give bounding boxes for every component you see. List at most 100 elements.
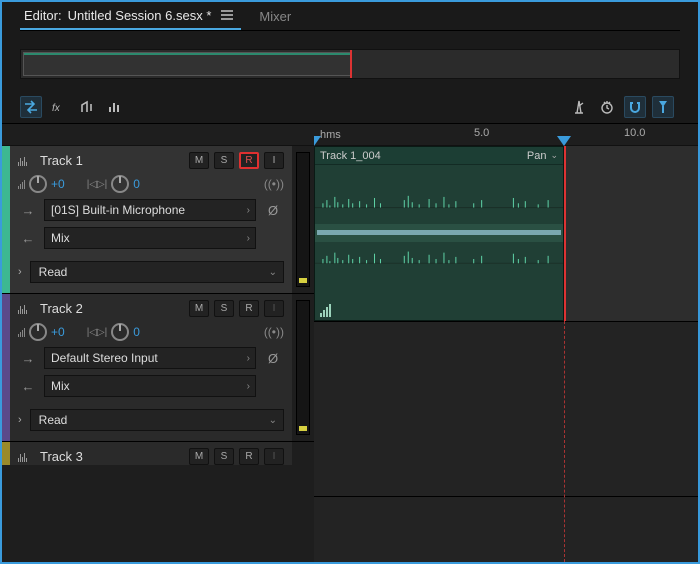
- timeline-panel[interactable]: hms 5.0 10.0 Track 1_004 Pan ⌄: [314, 124, 698, 562]
- toolbar-metronome-icon[interactable]: [568, 96, 590, 118]
- playhead-line[interactable]: [564, 321, 565, 562]
- track-lane-3[interactable]: [314, 496, 698, 556]
- toolbar-fx-icon[interactable]: fx: [48, 96, 70, 118]
- monitor-icon[interactable]: ((•)): [264, 177, 284, 191]
- tab-editor[interactable]: Editor: Untitled Session 6.sesx *: [20, 2, 241, 30]
- record-arm-button[interactable]: R: [239, 152, 259, 169]
- solo-button[interactable]: S: [214, 152, 234, 169]
- pan-knob[interactable]: [111, 323, 129, 341]
- track-name[interactable]: Track 1: [40, 153, 181, 168]
- chevron-right-icon: ›: [247, 381, 250, 392]
- phase-invert-icon[interactable]: Ø: [262, 347, 284, 369]
- pan-value[interactable]: 0: [133, 177, 140, 191]
- tab-editor-prefix: Editor:: [24, 8, 62, 23]
- waveform-right: [315, 242, 563, 301]
- monitor-icon[interactable]: ((•)): [264, 325, 284, 339]
- mute-button[interactable]: M: [189, 152, 209, 169]
- track-color-strip: [2, 146, 10, 293]
- track-name[interactable]: Track 2: [40, 301, 181, 316]
- mute-button[interactable]: M: [189, 448, 209, 465]
- playhead-line[interactable]: [564, 146, 566, 321]
- pan-icon: |◁▷|: [87, 327, 108, 338]
- chevron-right-icon: ›: [247, 353, 250, 364]
- toolbar-snap-icon[interactable]: [624, 96, 646, 118]
- volume-knob[interactable]: [29, 175, 47, 193]
- pan-icon: |◁▷|: [87, 179, 108, 190]
- chevron-down-icon: ⌄: [269, 267, 277, 278]
- playhead-marker[interactable]: [557, 136, 571, 146]
- track-header-2[interactable]: Track 2 M S R I +0 |◁▷|: [2, 294, 314, 441]
- session-overview[interactable]: [20, 49, 680, 79]
- overview-playhead[interactable]: [350, 50, 352, 78]
- track-toolbar: fx: [2, 91, 698, 123]
- phase-invert-icon[interactable]: Ø: [262, 199, 284, 221]
- ruler-tick: 5.0: [474, 127, 489, 139]
- track-input-dropdown[interactable]: Default Stereo Input ›: [44, 347, 256, 369]
- track-header-3[interactable]: Track 3 M S R I: [2, 442, 314, 465]
- toolbar-inputs-outputs-icon[interactable]: [20, 96, 42, 118]
- track-meter: [296, 152, 310, 287]
- output-arrow-icon: ←: [18, 231, 38, 246]
- volume-icon: [18, 179, 25, 189]
- input-arrow-icon: →: [18, 351, 38, 366]
- mute-button[interactable]: M: [189, 300, 209, 317]
- input-monitor-button[interactable]: I: [264, 300, 284, 317]
- pan-value[interactable]: 0: [133, 325, 140, 339]
- chevron-right-icon: ›: [247, 233, 250, 244]
- input-monitor-button[interactable]: I: [264, 448, 284, 465]
- ruler-unit: hms: [320, 129, 341, 141]
- automation-mode-dropdown[interactable]: Read ⌄: [30, 261, 284, 283]
- clip-gain-rail[interactable]: [315, 224, 563, 242]
- track-meter: [296, 300, 310, 435]
- volume-knob[interactable]: [29, 323, 47, 341]
- session-name: Untitled Session 6.sesx *: [68, 8, 212, 23]
- track-lane-2[interactable]: [314, 321, 698, 496]
- input-monitor-button[interactable]: I: [264, 152, 284, 169]
- toolbar-playhead-icon[interactable]: [652, 96, 674, 118]
- solo-button[interactable]: S: [214, 300, 234, 317]
- toolbar-eq-icon[interactable]: [104, 96, 126, 118]
- overview-visible-region[interactable]: [23, 52, 352, 76]
- track-headers-panel: Track 1 M S R I +0 |◁▷|: [2, 124, 314, 562]
- track-color-strip: [2, 294, 10, 441]
- automation-expand-icon[interactable]: ›: [18, 266, 22, 278]
- record-arm-button[interactable]: R: [239, 448, 259, 465]
- editor-menu-icon[interactable]: [217, 10, 237, 20]
- svg-text:fx: fx: [52, 103, 61, 114]
- stereo-track-icon: [18, 304, 27, 314]
- timeline-ruler[interactable]: hms 5.0 10.0: [314, 124, 698, 146]
- track-output-dropdown[interactable]: Mix ›: [44, 227, 256, 249]
- track-color-strip: [2, 442, 10, 465]
- toolbar-sends-icon[interactable]: [76, 96, 98, 118]
- chevron-down-icon: ⌄: [269, 415, 277, 426]
- automation-expand-icon[interactable]: ›: [18, 414, 22, 426]
- chevron-down-icon[interactable]: ⌄: [546, 150, 558, 161]
- audio-clip[interactable]: Track 1_004 Pan ⌄: [314, 146, 564, 321]
- tab-mixer-label: Mixer: [259, 9, 291, 24]
- ruler-tick: 10.0: [624, 127, 645, 139]
- output-arrow-icon: ←: [18, 379, 38, 394]
- chevron-right-icon: ›: [247, 205, 250, 216]
- clip-level-icon: [315, 300, 563, 320]
- tab-mixer[interactable]: Mixer: [255, 2, 295, 30]
- stereo-track-icon: [18, 156, 27, 166]
- input-arrow-icon: →: [18, 203, 38, 218]
- clip-name: Track 1_004: [320, 150, 381, 162]
- track-output-dropdown[interactable]: Mix ›: [44, 375, 256, 397]
- volume-value[interactable]: +0: [51, 177, 65, 191]
- playhead-start-marker[interactable]: [314, 136, 321, 146]
- toolbar-clock-icon[interactable]: [596, 96, 618, 118]
- volume-value[interactable]: +0: [51, 325, 65, 339]
- automation-mode-dropdown[interactable]: Read ⌄: [30, 409, 284, 431]
- track-name[interactable]: Track 3: [40, 449, 181, 464]
- record-arm-button[interactable]: R: [239, 300, 259, 317]
- waveform-left: [315, 165, 563, 224]
- track-header-1[interactable]: Track 1 M S R I +0 |◁▷|: [2, 146, 314, 293]
- clip-pan-label[interactable]: Pan: [527, 150, 547, 162]
- stereo-track-icon: [18, 452, 27, 462]
- volume-icon: [18, 327, 25, 337]
- track-lane-1[interactable]: Track 1_004 Pan ⌄: [314, 146, 698, 321]
- solo-button[interactable]: S: [214, 448, 234, 465]
- track-input-dropdown[interactable]: [01S] Built-in Microphone ›: [44, 199, 256, 221]
- pan-knob[interactable]: [111, 175, 129, 193]
